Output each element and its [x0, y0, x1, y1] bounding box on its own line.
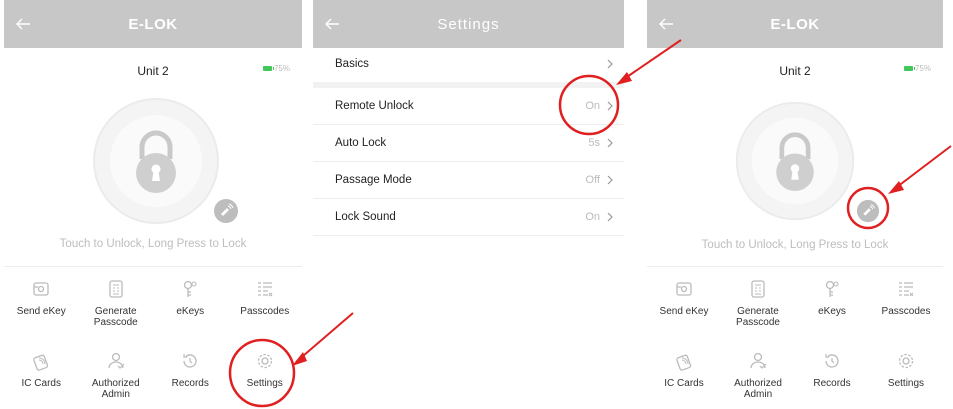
settings-screen: Settings Basics Remote Unlock On Auto Lo…	[313, 0, 624, 409]
settings-row-label: Basics	[335, 57, 369, 70]
generate-passcode-icon	[109, 280, 123, 298]
settings-icon	[257, 353, 272, 369]
ic-cards-icon	[33, 354, 49, 371]
settings-row-value: Off	[585, 174, 600, 186]
function-grid: Send eKey Generate Passcode eKeys Passcod…	[4, 278, 302, 409]
header-title: E-LOK	[770, 15, 820, 33]
settings-row-passage-mode[interactable]: Passage Mode Off	[313, 162, 624, 199]
grid-item-generate-passcode[interactable]: Generate Passcode	[79, 278, 154, 338]
settings-row-label: Auto Lock	[335, 137, 387, 149]
grid-item-label: Authorized Admin	[91, 378, 140, 400]
chevron-right-icon	[607, 59, 613, 68]
grid-item-authorized-admin[interactable]: Authorized Admin	[79, 350, 154, 409]
grid-item-send-ekey[interactable]: Send eKey	[4, 278, 79, 338]
elok-screen-left: E-LOK Unit 2 75% Touch to Unlock, Long P…	[4, 0, 302, 409]
function-grid: Send eKey Generate Passcode eKeys Passcod…	[647, 278, 943, 409]
send-ekey-icon	[33, 282, 49, 296]
settings-row-label: Lock Sound	[335, 211, 396, 223]
settings-row-basics[interactable]: Basics	[313, 45, 624, 82]
settings-row-value: 5s	[588, 137, 600, 149]
grid-item-settings[interactable]: Settings	[228, 350, 303, 409]
unlock-button[interactable]	[90, 95, 222, 227]
app-header: Settings	[313, 0, 624, 48]
chevron-right-icon	[607, 101, 613, 111]
settings-row-value: On	[585, 100, 600, 112]
battery-icon	[262, 66, 274, 71]
back-arrow-icon[interactable]	[322, 14, 342, 34]
grid-item-label: IC Cards	[21, 378, 61, 389]
unlock-hint: Touch to Unlock, Long Press to Lock	[59, 238, 247, 250]
grid-item-passcodes[interactable]: Passcodes	[869, 278, 943, 338]
remote-key-icon[interactable]	[213, 198, 239, 224]
grid-item-label: Send eKey	[659, 306, 709, 317]
send-ekey-icon	[676, 282, 692, 296]
grid-item-label: Passcodes	[881, 306, 931, 317]
grid-item-label: Records	[171, 378, 209, 389]
records-icon	[825, 354, 839, 368]
passcodes-icon	[257, 282, 273, 297]
remote-key-icon[interactable]	[856, 199, 880, 223]
grid-item-label: Authorized Admin	[734, 378, 782, 400]
grid-item-ic-cards[interactable]: IC Cards	[4, 350, 79, 409]
settings-row-lock-sound[interactable]: Lock Sound On	[313, 199, 624, 236]
back-arrow-icon[interactable]	[656, 14, 676, 34]
settings-row-value: On	[585, 211, 600, 223]
header-title: E-LOK	[128, 15, 178, 33]
grid-item-label: Settings	[246, 378, 283, 389]
settings-row-remote-unlock[interactable]: Remote Unlock On	[313, 88, 624, 125]
grid-item-ekeys[interactable]: eKeys	[795, 278, 869, 338]
grid-item-label: Records	[813, 378, 851, 389]
battery-indicator: 75%	[903, 64, 931, 73]
grid-item-records[interactable]: Records	[153, 350, 228, 409]
grid-item-authorized-admin[interactable]: Authorized Admin	[721, 350, 795, 409]
divider	[4, 266, 302, 267]
records-icon	[183, 354, 197, 368]
grid-item-label: IC Cards	[664, 378, 704, 389]
grid-item-label: Send eKey	[16, 306, 66, 317]
generate-passcode-icon	[751, 280, 765, 298]
grid-item-label: Passcodes	[240, 306, 290, 317]
settings-row-label: Passage Mode	[335, 174, 412, 186]
grid-item-label: Generate Passcode	[736, 306, 780, 328]
chevron-right-icon	[607, 175, 613, 185]
back-arrow-icon[interactable]	[13, 14, 33, 34]
grid-item-label: Generate Passcode	[93, 306, 138, 328]
grid-item-ekeys[interactable]: eKeys	[153, 278, 228, 338]
battery-indicator: 75%	[262, 64, 290, 73]
ekeys-icon	[184, 280, 197, 297]
battery-level: 75%	[914, 64, 931, 73]
grid-item-label: eKeys	[176, 306, 205, 317]
grid-item-label: Settings	[887, 378, 925, 389]
unit-name: Unit 2	[137, 64, 169, 78]
unit-name: Unit 2	[779, 64, 811, 78]
grid-item-generate-passcode[interactable]: Generate Passcode	[721, 278, 795, 338]
grid-item-settings[interactable]: Settings	[869, 350, 943, 409]
ic-cards-icon	[676, 354, 692, 371]
chevron-right-icon	[607, 212, 613, 222]
divider	[647, 266, 943, 267]
unlock-button[interactable]	[733, 99, 857, 223]
ekeys-icon	[825, 280, 839, 297]
authorized-admin-icon	[750, 352, 767, 369]
chevron-right-icon	[607, 138, 613, 148]
battery-icon	[903, 66, 915, 71]
grid-item-records[interactable]: Records	[795, 350, 869, 409]
grid-item-passcodes[interactable]: Passcodes	[228, 278, 303, 338]
settings-icon	[898, 353, 914, 369]
header-title: Settings	[437, 15, 500, 33]
grid-item-send-ekey[interactable]: Send eKey	[647, 278, 721, 338]
elok-screen-right: E-LOK Unit 2 75% Touch to Unlock, Long P…	[647, 0, 943, 409]
grid-item-ic-cards[interactable]: IC Cards	[647, 350, 721, 409]
app-header: E-LOK	[4, 0, 302, 48]
settings-row-label: Remote Unlock	[335, 100, 414, 112]
authorized-admin-icon	[108, 352, 125, 369]
passcodes-icon	[899, 282, 914, 297]
battery-level: 75%	[273, 64, 290, 73]
app-header: E-LOK	[647, 0, 943, 48]
settings-row-auto-lock[interactable]: Auto Lock 5s	[313, 125, 624, 162]
unlock-hint: Touch to Unlock, Long Press to Lock	[701, 239, 889, 251]
grid-item-label: eKeys	[818, 306, 846, 317]
